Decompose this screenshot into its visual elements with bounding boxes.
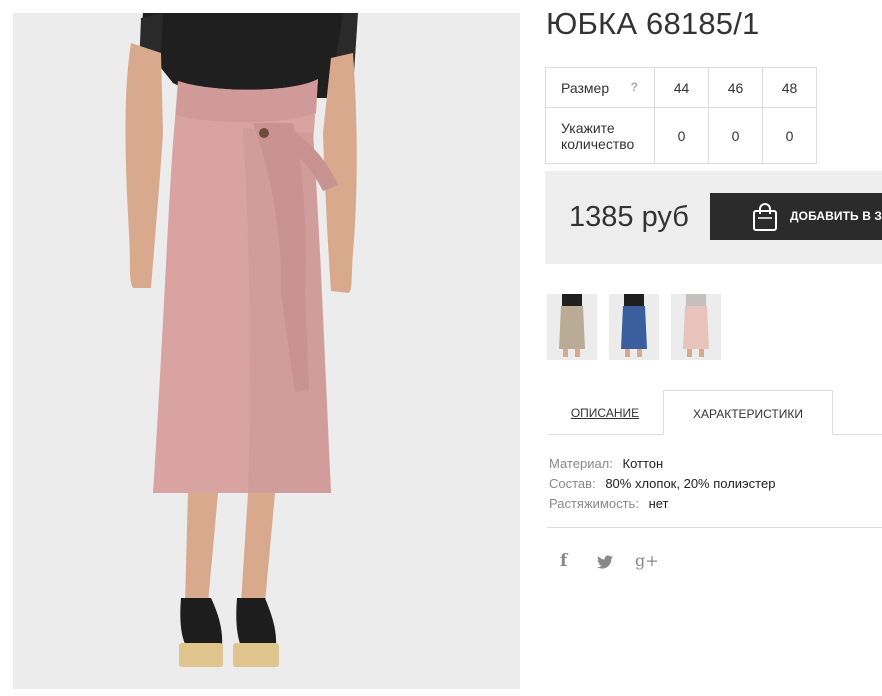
- spec-row-material: Материал: Коттон: [549, 454, 775, 474]
- tab-characteristics-label: ХАРАКТЕРИСТИКИ: [692, 407, 803, 421]
- add-to-cart-label: ДОБАВИТЬ В ЗАКАЗ: [790, 209, 882, 223]
- size-table: Размер ? 44 46 48 Укажите количество 0 0…: [545, 67, 817, 164]
- shopping-bag-icon: [753, 203, 777, 231]
- size-label: Размер: [561, 79, 610, 96]
- size-label-cell: Размер ?: [545, 67, 655, 108]
- size-46[interactable]: 46: [708, 67, 763, 108]
- quantity-input-44[interactable]: 0: [654, 107, 709, 164]
- thumbnail-blue-skirt[interactable]: [609, 294, 659, 360]
- quantity-label: Укажите количество: [561, 119, 635, 152]
- twitter-bird-glyph: [597, 555, 613, 569]
- size-help-icon[interactable]: ?: [631, 80, 638, 94]
- pink-skirt-image: [671, 294, 721, 360]
- facebook-icon[interactable]: f: [560, 551, 580, 573]
- size-44[interactable]: 44: [654, 67, 709, 108]
- quantity-label-cell: Укажите количество: [545, 107, 655, 164]
- spec-row-composition: Состав: 80% хлопок, 20% полиэстер: [549, 474, 775, 494]
- beige-skirt-image: [547, 294, 597, 360]
- size-48[interactable]: 48: [762, 67, 817, 108]
- spec-value: 80% хлопок, 20% полиэстер: [605, 476, 776, 491]
- twitter-icon[interactable]: [597, 554, 617, 576]
- tab-characteristics[interactable]: ХАРАКТЕРИСТИКИ: [663, 390, 833, 435]
- spec-value: нет: [648, 496, 669, 511]
- size-row: Размер ? 44 46 48: [545, 67, 817, 108]
- thumbnail-beige-skirt[interactable]: [547, 294, 597, 360]
- tab-description-label: ОПИСАНИЕ: [570, 406, 640, 420]
- spec-key: Состав:: [549, 476, 596, 491]
- quantity-input-48[interactable]: 0: [762, 107, 817, 164]
- add-to-cart-button[interactable]: ДОБАВИТЬ В ЗАКАЗ: [710, 193, 882, 240]
- specs-list: Материал: Коттон Состав: 80% хлопок, 20%…: [549, 454, 775, 514]
- spec-key: Растяжимость:: [549, 496, 639, 511]
- thumbnail-pink-skirt[interactable]: [671, 294, 721, 360]
- spec-value: Коттон: [622, 456, 664, 471]
- buy-box: 1385 руб ДОБАВИТЬ В ЗАКАЗ: [545, 171, 882, 264]
- facebook-glyph: f: [560, 551, 568, 571]
- google-plus-icon[interactable]: g+: [635, 551, 659, 573]
- model-illustration: [13, 13, 520, 689]
- spec-row-stretch: Растяжимость: нет: [549, 494, 775, 514]
- tab-description[interactable]: ОПИСАНИЕ: [547, 390, 663, 435]
- quantity-input-46[interactable]: 0: [708, 107, 763, 164]
- product-tabs: ОПИСАНИЕ ХАРАКТЕРИСТИКИ: [547, 390, 882, 435]
- quantity-row: Укажите количество 0 0 0: [545, 107, 817, 164]
- product-title: ЮБКА 68185/1: [546, 6, 760, 41]
- product-main-image[interactable]: [13, 13, 520, 689]
- google-plus-glyph: g+: [635, 551, 659, 570]
- spec-key: Материал:: [549, 456, 613, 471]
- blue-skirt-image: [609, 294, 659, 360]
- divider: [547, 527, 882, 528]
- product-price: 1385 руб: [569, 201, 689, 233]
